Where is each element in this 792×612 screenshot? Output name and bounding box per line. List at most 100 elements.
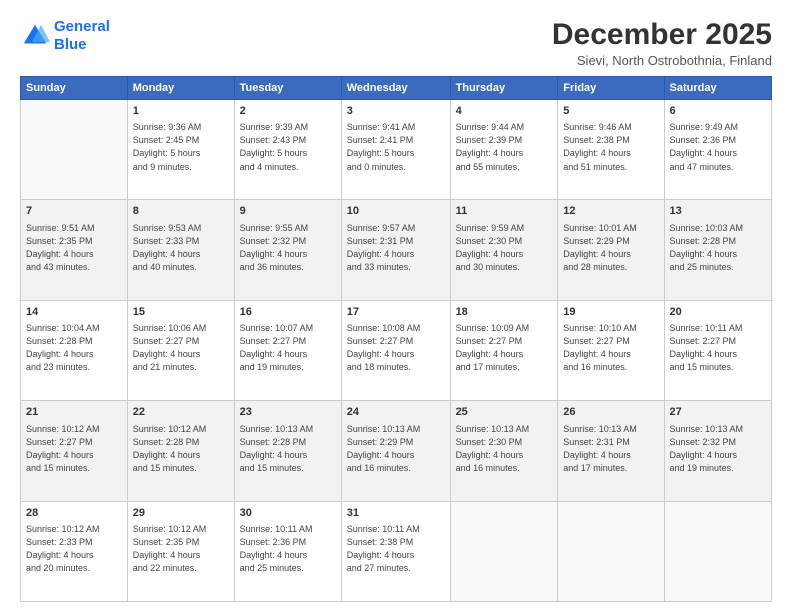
calendar-header-wednesday: Wednesday xyxy=(341,77,450,100)
calendar-cell: 2Sunrise: 9:39 AM Sunset: 2:43 PM Daylig… xyxy=(234,100,341,200)
day-number: 22 xyxy=(133,405,229,420)
day-info: Sunrise: 9:44 AM Sunset: 2:39 PM Dayligh… xyxy=(456,121,553,173)
calendar-cell: 23Sunrise: 10:13 AM Sunset: 2:28 PM Dayl… xyxy=(234,401,341,501)
calendar-header-tuesday: Tuesday xyxy=(234,77,341,100)
calendar-cell: 22 Sunrise: 10:12 AM Sunset: 2:28 PM Dayl… xyxy=(127,401,234,501)
calendar-cell: 28 Sunrise: 10:12 AM Sunset: 2:33 PM Dayl… xyxy=(21,501,128,601)
page: General Blue December 2025 Sievi, North … xyxy=(0,0,792,612)
calendar-week-1: 1 Sunrise: 9:36 AM Sunset: 2:45 PM Daylig… xyxy=(21,100,772,200)
calendar-cell: 27Sunrise: 10:13 AM Sunset: 2:32 PM Dayl… xyxy=(664,401,772,501)
calendar-cell: 8 Sunrise: 9:53 AM Sunset: 2:33 PM Daylig… xyxy=(127,200,234,300)
calendar-cell xyxy=(21,100,128,200)
day-number: 23 xyxy=(240,405,336,420)
day-number: 3 xyxy=(347,104,445,119)
day-number: 11 xyxy=(456,204,553,219)
day-number: 14 xyxy=(26,305,122,320)
day-info: Sunrise: 10:11 AM Sunset: 2:38 PM Daylig… xyxy=(347,523,445,575)
day-number: 4 xyxy=(456,104,553,119)
main-title: December 2025 xyxy=(552,18,772,51)
day-info: Sunrise: 9:57 AM Sunset: 2:31 PM Dayligh… xyxy=(347,222,445,274)
calendar-cell xyxy=(664,501,772,601)
calendar-cell: 9 Sunrise: 9:55 AM Sunset: 2:32 PM Daylig… xyxy=(234,200,341,300)
day-info: Sunrise: 9:36 AM Sunset: 2:45 PM Dayligh… xyxy=(133,121,229,173)
day-number: 5 xyxy=(563,104,658,119)
day-info: Sunrise: 10:12 AM Sunset: 2:28 PM Daylig… xyxy=(133,423,229,475)
logo-text: General Blue xyxy=(54,18,110,54)
day-info: Sunrise: 9:49 AM Sunset: 2:36 PM Dayligh… xyxy=(670,121,767,173)
day-info: Sunrise: 10:09 AM Sunset: 2:27 PM Daylig… xyxy=(456,322,553,374)
day-info: Sunrise: 10:13 AM Sunset: 2:29 PM Daylig… xyxy=(347,423,445,475)
calendar-cell: 26 Sunrise: 10:13 AM Sunset: 2:31 PM Dayl… xyxy=(558,401,664,501)
day-number: 17 xyxy=(347,305,445,320)
day-number: 18 xyxy=(456,305,553,320)
day-info: Sunrise: 10:13 AM Sunset: 2:31 PM Daylig… xyxy=(563,423,658,475)
day-number: 8 xyxy=(133,204,229,219)
calendar-week-4: 21Sunrise: 10:12 AM Sunset: 2:27 PM Dayl… xyxy=(21,401,772,501)
header: General Blue December 2025 Sievi, North … xyxy=(20,18,772,68)
day-number: 2 xyxy=(240,104,336,119)
day-number: 20 xyxy=(670,305,767,320)
calendar-cell: 21Sunrise: 10:12 AM Sunset: 2:27 PM Dayl… xyxy=(21,401,128,501)
day-number: 7 xyxy=(26,204,122,219)
day-info: Sunrise: 10:04 AM Sunset: 2:28 PM Daylig… xyxy=(26,322,122,374)
calendar-header-sunday: Sunday xyxy=(21,77,128,100)
calendar-cell: 13 Sunrise: 10:03 AM Sunset: 2:28 PM Dayl… xyxy=(664,200,772,300)
logo: General Blue xyxy=(20,18,110,54)
day-number: 30 xyxy=(240,506,336,521)
calendar-header-monday: Monday xyxy=(127,77,234,100)
day-number: 26 xyxy=(563,405,658,420)
day-info: Sunrise: 9:55 AM Sunset: 2:32 PM Dayligh… xyxy=(240,222,336,274)
calendar-header-friday: Friday xyxy=(558,77,664,100)
logo-icon xyxy=(20,21,50,51)
calendar-cell: 16Sunrise: 10:07 AM Sunset: 2:27 PM Dayl… xyxy=(234,300,341,400)
day-number: 13 xyxy=(670,204,767,219)
subtitle: Sievi, North Ostrobothnia, Finland xyxy=(552,53,772,68)
day-info: Sunrise: 10:12 AM Sunset: 2:35 PM Daylig… xyxy=(133,523,229,575)
calendar-cell: 4 Sunrise: 9:44 AM Sunset: 2:39 PM Daylig… xyxy=(450,100,558,200)
day-number: 28 xyxy=(26,506,122,521)
day-number: 25 xyxy=(456,405,553,420)
day-number: 12 xyxy=(563,204,658,219)
day-info: Sunrise: 10:13 AM Sunset: 2:30 PM Daylig… xyxy=(456,423,553,475)
day-info: Sunrise: 10:01 AM Sunset: 2:29 PM Daylig… xyxy=(563,222,658,274)
calendar-cell: 17 Sunrise: 10:08 AM Sunset: 2:27 PM Dayl… xyxy=(341,300,450,400)
day-info: Sunrise: 10:06 AM Sunset: 2:27 PM Daylig… xyxy=(133,322,229,374)
day-info: Sunrise: 10:11 AM Sunset: 2:27 PM Daylig… xyxy=(670,322,767,374)
calendar-week-5: 28 Sunrise: 10:12 AM Sunset: 2:33 PM Dayl… xyxy=(21,501,772,601)
title-block: December 2025 Sievi, North Ostrobothnia,… xyxy=(552,18,772,68)
day-info: Sunrise: 9:53 AM Sunset: 2:33 PM Dayligh… xyxy=(133,222,229,274)
calendar-cell: 29Sunrise: 10:12 AM Sunset: 2:35 PM Dayl… xyxy=(127,501,234,601)
day-info: Sunrise: 10:03 AM Sunset: 2:28 PM Daylig… xyxy=(670,222,767,274)
day-number: 19 xyxy=(563,305,658,320)
calendar-cell: 24 Sunrise: 10:13 AM Sunset: 2:29 PM Dayl… xyxy=(341,401,450,501)
logo-line1: General xyxy=(54,18,110,35)
calendar-cell: 14 Sunrise: 10:04 AM Sunset: 2:28 PM Dayl… xyxy=(21,300,128,400)
day-info: Sunrise: 9:59 AM Sunset: 2:30 PM Dayligh… xyxy=(456,222,553,274)
calendar-cell: 11 Sunrise: 9:59 AM Sunset: 2:30 PM Dayli… xyxy=(450,200,558,300)
calendar-cell: 30 Sunrise: 10:11 AM Sunset: 2:36 PM Dayl… xyxy=(234,501,341,601)
calendar-header-row: SundayMondayTuesdayWednesdayThursdayFrid… xyxy=(21,77,772,100)
day-number: 27 xyxy=(670,405,767,420)
day-number: 1 xyxy=(133,104,229,119)
calendar-cell: 18 Sunrise: 10:09 AM Sunset: 2:27 PM Dayl… xyxy=(450,300,558,400)
day-info: Sunrise: 10:11 AM Sunset: 2:36 PM Daylig… xyxy=(240,523,336,575)
calendar-cell: 31 Sunrise: 10:11 AM Sunset: 2:38 PM Dayl… xyxy=(341,501,450,601)
day-info: Sunrise: 10:08 AM Sunset: 2:27 PM Daylig… xyxy=(347,322,445,374)
calendar-cell: 3 Sunrise: 9:41 AM Sunset: 2:41 PM Daylig… xyxy=(341,100,450,200)
calendar-cell: 10Sunrise: 9:57 AM Sunset: 2:31 PM Dayli… xyxy=(341,200,450,300)
calendar-table: SundayMondayTuesdayWednesdayThursdayFrid… xyxy=(20,76,772,602)
day-info: Sunrise: 10:10 AM Sunset: 2:27 PM Daylig… xyxy=(563,322,658,374)
day-number: 9 xyxy=(240,204,336,219)
day-info: Sunrise: 10:07 AM Sunset: 2:27 PM Daylig… xyxy=(240,322,336,374)
calendar-cell: 19 Sunrise: 10:10 AM Sunset: 2:27 PM Dayl… xyxy=(558,300,664,400)
calendar-cell: 25 Sunrise: 10:13 AM Sunset: 2:30 PM Dayl… xyxy=(450,401,558,501)
day-number: 24 xyxy=(347,405,445,420)
calendar-header-thursday: Thursday xyxy=(450,77,558,100)
day-info: Sunrise: 9:41 AM Sunset: 2:41 PM Dayligh… xyxy=(347,121,445,173)
calendar-cell xyxy=(450,501,558,601)
calendar-cell: 7Sunrise: 9:51 AM Sunset: 2:35 PM Daylig… xyxy=(21,200,128,300)
day-number: 31 xyxy=(347,506,445,521)
logo-line2: Blue xyxy=(54,36,87,53)
day-info: Sunrise: 10:12 AM Sunset: 2:33 PM Daylig… xyxy=(26,523,122,575)
calendar-cell: 1 Sunrise: 9:36 AM Sunset: 2:45 PM Daylig… xyxy=(127,100,234,200)
